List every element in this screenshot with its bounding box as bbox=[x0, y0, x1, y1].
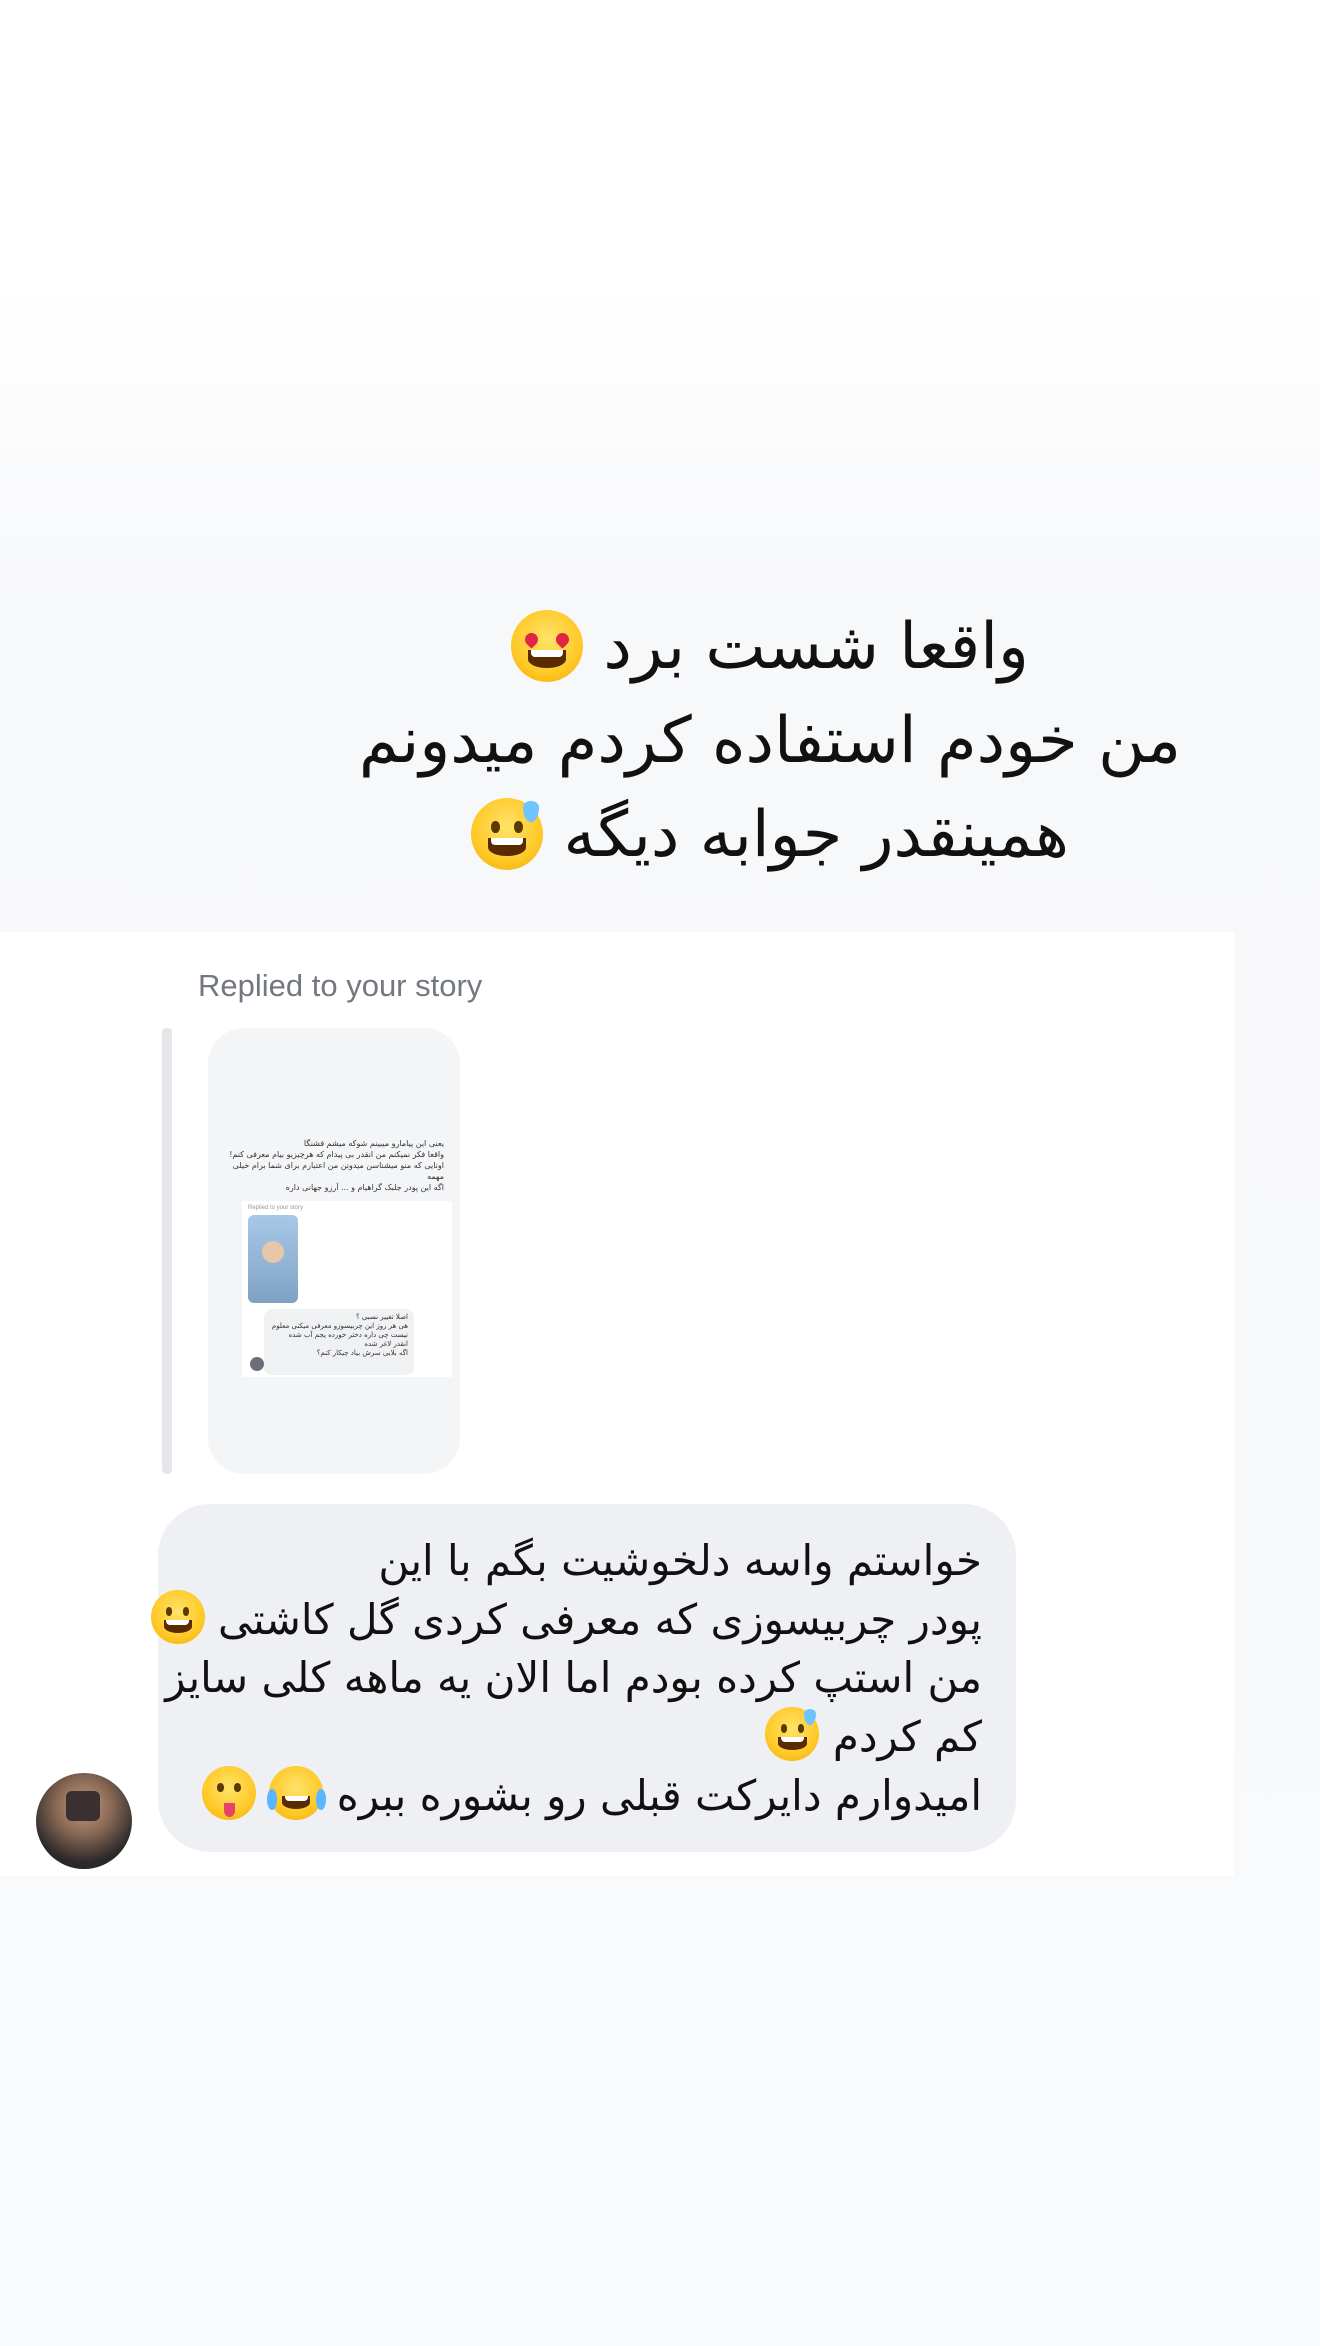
message-line-1: خواستم واسه دلخوشیت بگم با این bbox=[378, 1536, 982, 1585]
thumbnail-caption: یعنی این پیامارو میبینم شوکه میشم قشنگا … bbox=[229, 1139, 444, 1192]
message-line-3: من استپ کرده بودم اما الان یه ماهه کلی س… bbox=[165, 1653, 982, 1702]
tears-of-joy-emoji-icon bbox=[267, 1766, 326, 1820]
heart-eyes-emoji-icon bbox=[511, 610, 584, 682]
grinning-sweat-emoji-icon bbox=[471, 798, 544, 870]
winking-tongue-emoji-icon bbox=[202, 1766, 257, 1820]
replied-to-story-label: Replied to your story bbox=[198, 968, 483, 1003]
message-line-4: کم کردم bbox=[192, 1707, 982, 1766]
thumbnail-avatar bbox=[250, 1357, 264, 1371]
story-caption: واقعا شست برد من خودم استفاده کردم میدون… bbox=[340, 600, 1200, 882]
caption-line-3: همینقدر جوابه دیگه bbox=[340, 788, 1200, 882]
sender-avatar[interactable] bbox=[36, 1773, 132, 1869]
message-bubble[interactable]: خواستم واسه دلخوشیت بگم با این پودر چربی… bbox=[150, 1504, 1016, 1852]
thumbnail-message-bubble: اصلا تغییر نسبی ؟ هی هر روز این چربیسوزو… bbox=[264, 1309, 414, 1375]
caption-line-2: من خودم استفاده کردم میدونم bbox=[358, 704, 1182, 778]
quote-bar bbox=[162, 1028, 172, 1474]
dm-screenshot-card: Replied to your story یعنی این پیامارو م… bbox=[0, 932, 1234, 1876]
caption-line-1: واقعا شست برد bbox=[340, 600, 1200, 694]
grinning-emoji-icon bbox=[150, 1590, 205, 1644]
story-thumbnail[interactable]: یعنی این پیامارو میبینم شوکه میشم قشنگا … bbox=[208, 1028, 460, 1474]
message-line-5: امیدوارم دایرکت قبلی رو بشوره ببره bbox=[192, 1766, 982, 1825]
grinning-sweat-emoji-icon bbox=[765, 1707, 820, 1761]
thumbnail-replied-label: Replied to your story bbox=[248, 1205, 304, 1211]
thumbnail-story-photo bbox=[248, 1215, 298, 1303]
thumbnail-dm-card: Replied to your story اصلا تغییر نسبی ؟ … bbox=[242, 1201, 452, 1377]
message-line-2: پودر چربیسوزی که معرفی کردی گل کاشتی bbox=[150, 1590, 982, 1649]
